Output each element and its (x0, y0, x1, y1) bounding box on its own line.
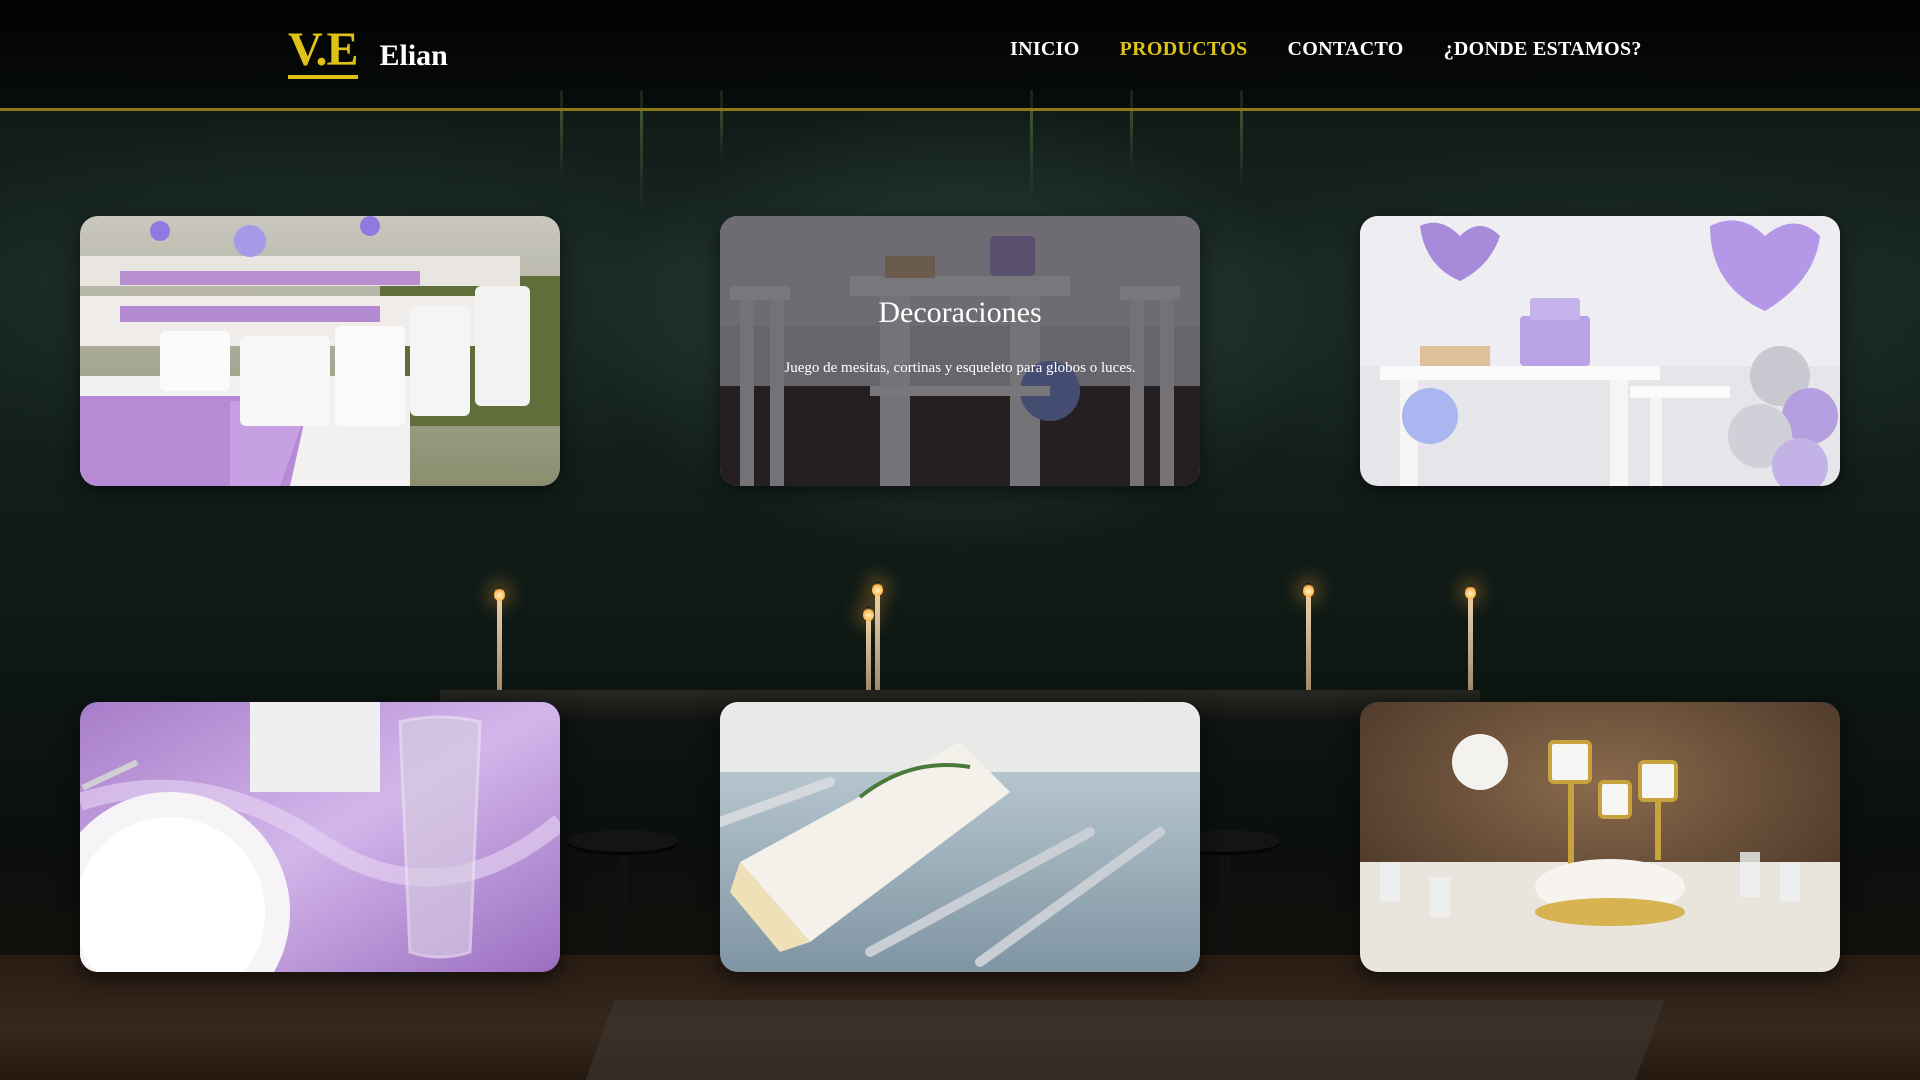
main-nav: INICIO PRODUCTOS CONTACTO ¿DONDE ESTAMOS… (1010, 38, 1642, 61)
candle (863, 607, 874, 690)
candle (1465, 585, 1476, 690)
candle (494, 587, 505, 690)
stool-leg (1220, 840, 1230, 970)
stool-leg (618, 840, 628, 970)
brand-name: Elian (379, 39, 448, 72)
gallery-card[interactable] (80, 702, 560, 972)
banquet-centerpiece-photo (1360, 702, 1840, 972)
event-tables-photo (80, 216, 560, 486)
background-rug (585, 1000, 1665, 1080)
card-overlay: Decoraciones Juego de mesitas, cortinas … (720, 216, 1200, 486)
nav-link-donde-estamos[interactable]: ¿DONDE ESTAMOS? (1444, 38, 1642, 61)
card-title: Decoraciones (878, 295, 1042, 329)
brand-mark: V.E (288, 26, 358, 79)
bar-stool (568, 830, 678, 852)
nav-link-inicio[interactable]: INICIO (1010, 38, 1080, 61)
candle (1303, 583, 1314, 690)
balloons-dessert-table-photo (1360, 216, 1840, 486)
nav-link-contacto[interactable]: CONTACTO (1288, 38, 1404, 61)
candle (872, 582, 883, 690)
card-description: Juego de mesitas, cortinas y esqueleto p… (784, 359, 1136, 376)
nav-link-productos[interactable]: PRODUCTOS (1120, 38, 1248, 61)
glassware-satin-photo (80, 702, 560, 972)
brand-logo[interactable]: V.E Elian (288, 26, 448, 86)
gallery-card[interactable] (1360, 702, 1840, 972)
gallery-card[interactable] (720, 702, 1200, 972)
napkin-forks-photo (720, 702, 1200, 972)
gallery-card[interactable] (80, 216, 560, 486)
site-header: V.E Elian INICIO PRODUCTOS CONTACTO ¿DON… (0, 0, 1920, 111)
gallery-card-decoraciones[interactable]: Decoraciones Juego de mesitas, cortinas … (720, 216, 1200, 486)
gallery-card[interactable] (1360, 216, 1840, 486)
